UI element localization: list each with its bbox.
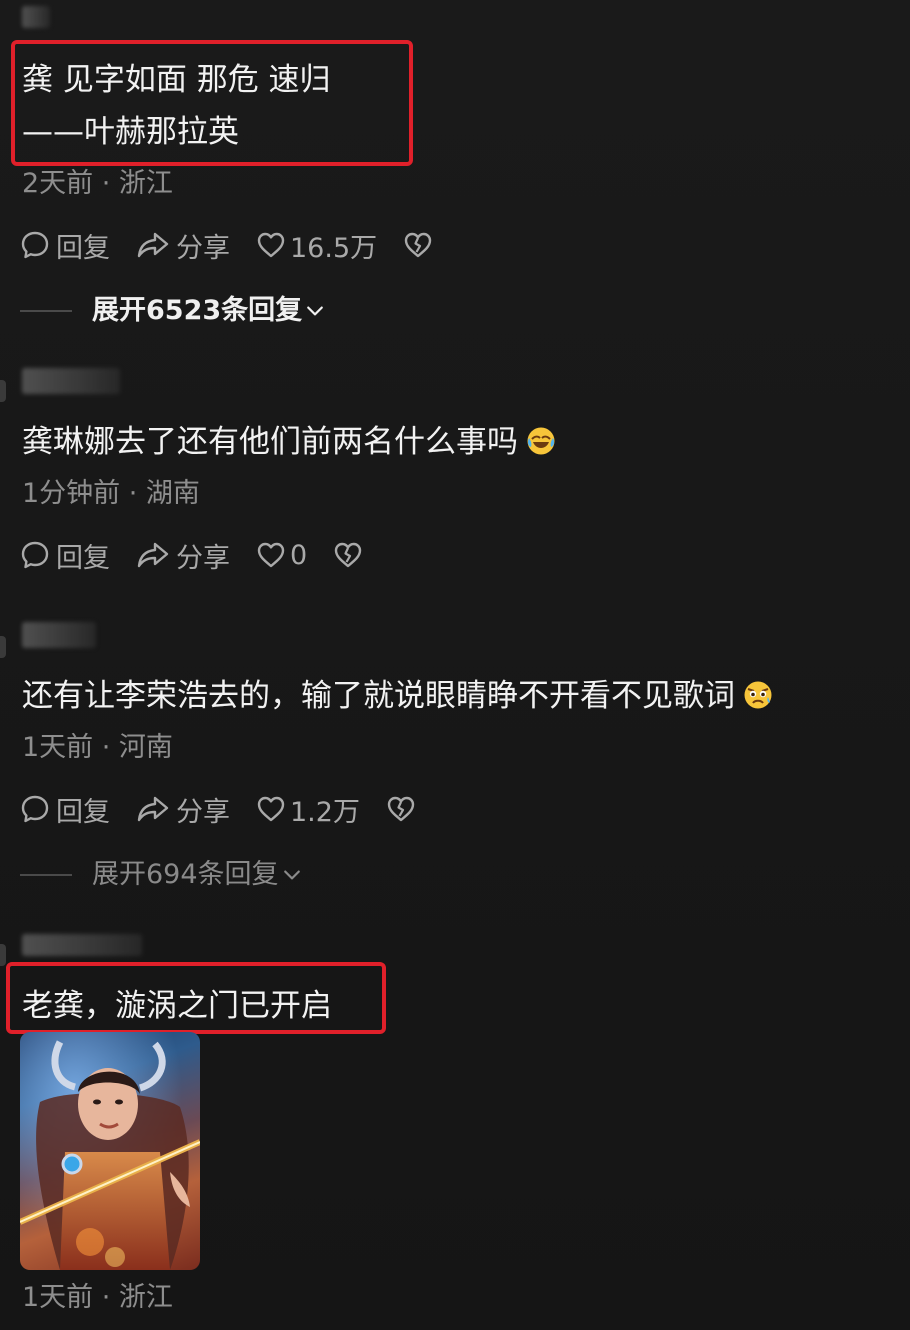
share-icon [136, 540, 170, 570]
like-button[interactable]: 1.2万 [256, 790, 360, 829]
like-count: 16.5万 [290, 232, 378, 264]
share-label: 分享 [176, 232, 230, 264]
comment-text: 龚 见字如面 那危 速归 [22, 62, 331, 98]
username-blurred[interactable] [22, 622, 96, 648]
username-blurred[interactable] [22, 368, 120, 394]
username-blurred[interactable] [22, 934, 142, 956]
reply-label: 回复 [56, 232, 110, 264]
dislike-button[interactable] [403, 231, 439, 259]
share-button[interactable]: 分享 [136, 226, 230, 265]
game-character-meme-image [20, 1032, 200, 1270]
like-button[interactable]: 16.5万 [256, 226, 377, 265]
chevron-down-icon [283, 869, 301, 881]
like-count: 1.2万 [290, 796, 360, 828]
comment-actions: 回复 分享 1.2万 [20, 790, 448, 829]
rofl-emoji-icon [527, 427, 555, 455]
reply-button[interactable]: 回复 [20, 790, 110, 829]
comment-text-signature: ——叶赫那拉英 [22, 114, 239, 150]
scroll-edge-marker [0, 380, 6, 402]
reply-label: 回复 [56, 796, 110, 828]
comment-actions: 回复 分享 0 [20, 536, 395, 575]
share-button[interactable]: 分享 [136, 536, 230, 575]
comment-text: 龚琳娜去了还有他们前两名什么事吗 [22, 422, 556, 462]
like-count: 0 [290, 539, 308, 571]
share-label: 分享 [176, 796, 230, 828]
divider-line [20, 310, 72, 312]
comment-meta: 2天前 · 浙江 [22, 168, 173, 199]
scroll-edge-marker [0, 944, 6, 966]
dislike-button[interactable] [333, 541, 369, 569]
reply-icon [20, 794, 50, 824]
broken-heart-icon [403, 231, 433, 259]
reply-button[interactable]: 回复 [20, 226, 110, 265]
heart-icon [256, 795, 286, 823]
expand-replies-button[interactable]: 展开6523条回复 [20, 294, 324, 328]
divider-line [20, 874, 72, 876]
share-icon [136, 230, 170, 260]
dislike-button[interactable] [386, 795, 422, 823]
broken-heart-icon [333, 541, 363, 569]
anxious-emoji-icon [744, 681, 772, 709]
comment-image[interactable] [20, 1032, 200, 1270]
expand-replies-label: 展开694条回复 [92, 859, 279, 890]
expand-replies-button[interactable]: 展开694条回复 [20, 858, 301, 892]
chevron-down-icon [306, 305, 324, 317]
comment-meta: 1天前 · 河南 [22, 732, 173, 763]
comment-list: 龚 见字如面 那危 速归 ——叶赫那拉英 2天前 · 浙江 回复 分享 16.5… [0, 0, 910, 1330]
expand-replies-label: 展开6523条回复 [92, 295, 303, 326]
heart-icon [256, 541, 286, 569]
share-icon [136, 794, 170, 824]
username-blurred[interactable] [22, 6, 50, 28]
share-button[interactable]: 分享 [136, 790, 230, 829]
comment-actions: 回复 分享 16.5万 [20, 226, 465, 265]
scroll-edge-marker [0, 636, 6, 658]
like-button[interactable]: 0 [256, 540, 307, 571]
heart-icon [256, 231, 286, 259]
reply-icon [20, 540, 50, 570]
comment-text: 老龚，漩涡之门已开启 [22, 988, 332, 1024]
reply-label: 回复 [56, 542, 110, 574]
reply-icon [20, 230, 50, 260]
broken-heart-icon [386, 795, 416, 823]
comment-meta: 1天前 · 浙江 [22, 1282, 173, 1313]
comment-meta: 1分钟前 · 湖南 [22, 478, 200, 509]
reply-button[interactable]: 回复 [20, 536, 110, 575]
comment-text: 还有让李荣浩去的，输了就说眼睛睁不开看不见歌词 [22, 676, 773, 716]
share-label: 分享 [176, 542, 230, 574]
